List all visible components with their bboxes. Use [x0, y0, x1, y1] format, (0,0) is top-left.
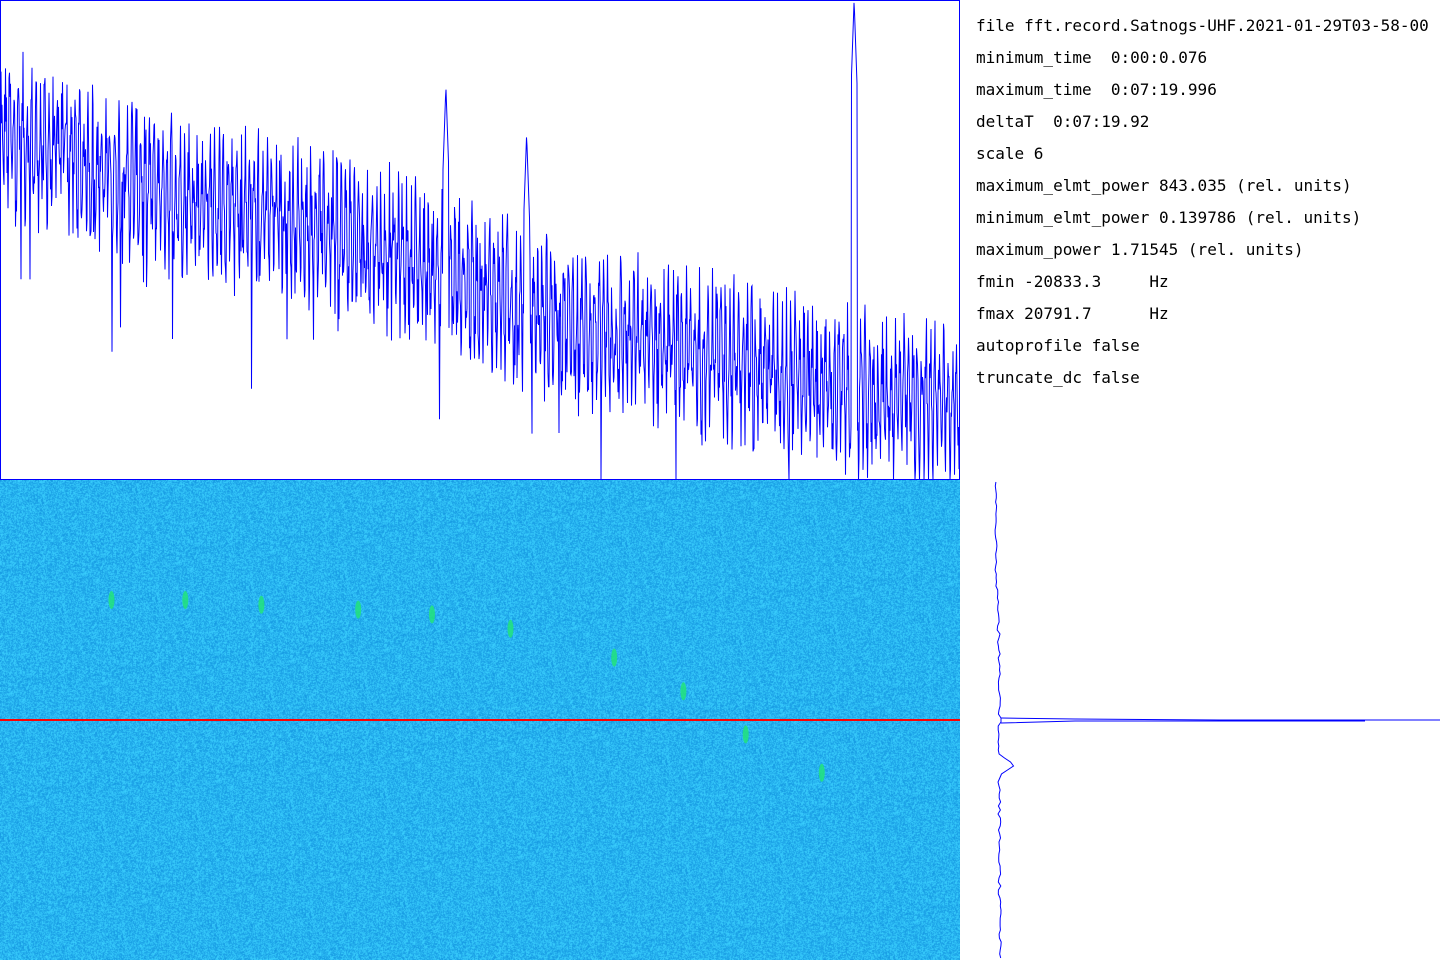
spectrum-panel — [0, 0, 961, 481]
spectrum-trace — [0, 2, 961, 481]
info-minimum-elmt-power: minimum_elmt_power 0.139786 (rel. units) — [976, 208, 1362, 227]
signal-dot-0 — [108, 591, 115, 609]
time-profile-plot — [994, 481, 1440, 959]
info-maximum-power: maximum_power 1.71545 (rel. units) — [976, 240, 1304, 259]
waterfall-overlay — [0, 591, 960, 782]
signal-dot-1 — [182, 591, 189, 609]
signal-dot-6 — [611, 648, 618, 667]
info-delta-t: deltaT 0:07:19.92 — [976, 112, 1150, 131]
signal-dot-2 — [258, 595, 265, 614]
signal-dot-9 — [818, 763, 825, 782]
time-profile-spike-shadow — [1000, 720, 1365, 724]
signal-dot-8 — [742, 725, 749, 744]
info-truncate-dc: truncate_dc false — [976, 368, 1140, 387]
signal-dot-5 — [507, 619, 514, 638]
signal-dot-7 — [680, 682, 687, 701]
signal-dot-3 — [355, 600, 362, 619]
info-fmax: fmax 20791.7 Hz — [976, 304, 1169, 323]
info-autoprofile: autoprofile false — [976, 336, 1140, 355]
info-minimum-time: minimum_time 0:00:0.076 — [976, 48, 1208, 67]
signal-dot-4 — [429, 605, 435, 624]
waterfall-panel — [0, 480, 960, 960]
time-profile-spike — [1000, 717, 1440, 721]
time-profile-trace — [994, 481, 1015, 959]
info-file: file fft.record.Satnogs-UHF.2021-01-29T0… — [976, 16, 1429, 35]
info-scale: scale 6 — [976, 144, 1044, 163]
info-panel: file fft.record.Satnogs-UHF.2021-01-29T0… — [976, 10, 1440, 410]
info-maximum-time: maximum_time 0:07:19.996 — [976, 80, 1217, 99]
spectrum-plot — [0, 0, 961, 481]
time-profile-panel — [960, 480, 1440, 960]
info-maximum-elmt-power: maximum_elmt_power 843.035 (rel. units) — [976, 176, 1352, 195]
spectrum-border — [0, 0, 960, 480]
info-fmin: fmin -20833.3 Hz — [976, 272, 1169, 291]
